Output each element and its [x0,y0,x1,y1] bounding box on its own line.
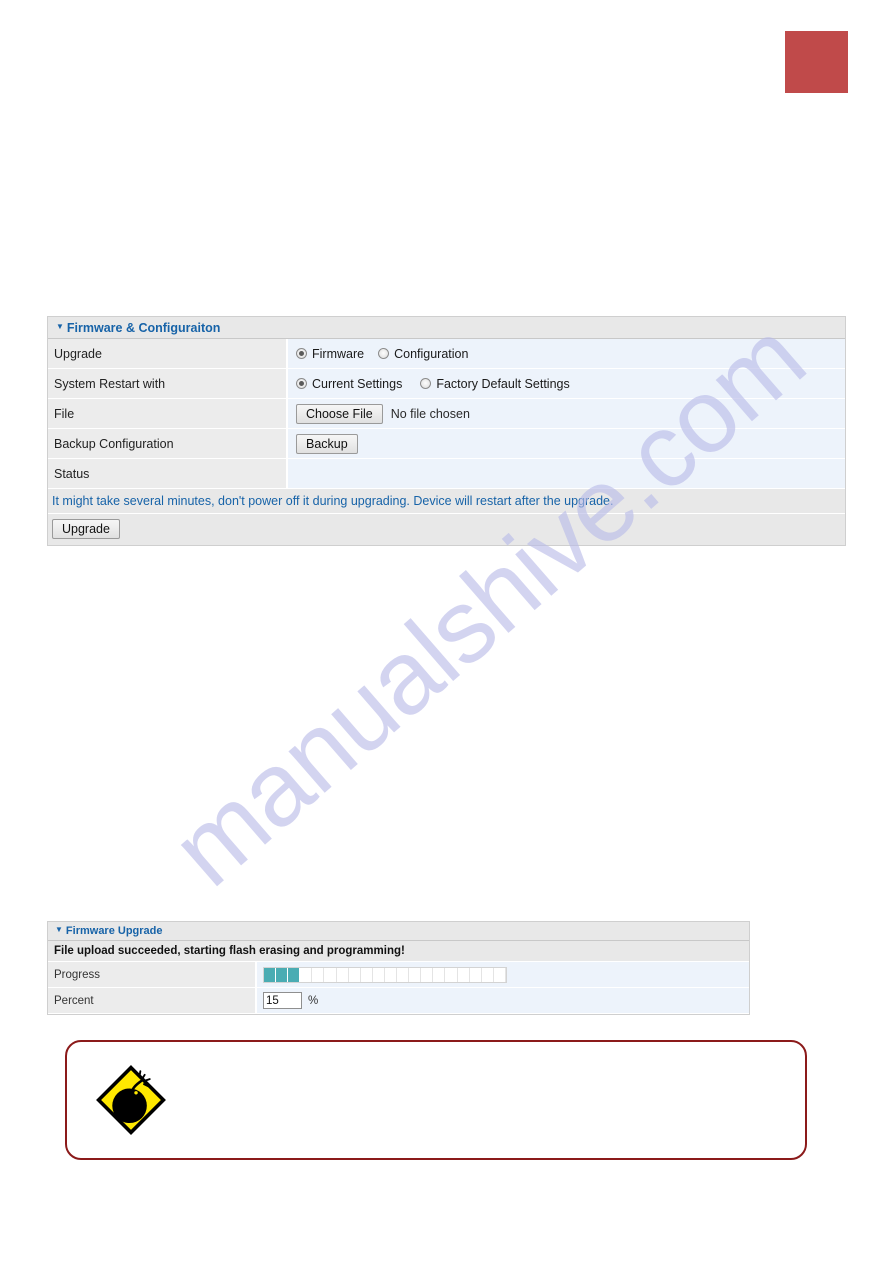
radio-label-firmware: Firmware [312,346,365,361]
upload-status-message: File upload succeeded, starting flash er… [48,941,749,962]
progress-segment [481,967,494,982]
progress-segment [264,967,277,982]
progress-segment [312,967,325,982]
table-row-upgrade: Upgrade Firmware Configuration [48,339,845,369]
collapse-triangle-icon[interactable]: ▼ [55,926,63,934]
label-upgrade: Upgrade [48,339,288,368]
choose-file-button[interactable]: Choose File [296,403,383,424]
upgrade-note-text: It might take several minutes, don't pow… [48,489,845,514]
radio-label-current-settings: Current Settings [312,376,403,391]
system-restart-radio-group: Current Settings Factory Default Setting… [296,377,584,391]
table-row-percent: Percent % [48,988,749,1014]
value-file: Choose File No file chosen [288,399,845,428]
progress-segment [372,967,385,982]
progress-segment [445,967,458,982]
table-row-status: Status [48,459,845,489]
percent-input[interactable] [263,992,302,1009]
radio-option-configuration[interactable]: Configuration [378,347,468,361]
progress-segment [348,967,361,982]
radio-dot-configuration[interactable] [378,348,390,359]
label-progress: Progress [48,962,257,987]
file-status-text: No file chosen [390,406,470,421]
radio-dot-factory-default-settings[interactable] [420,378,432,389]
progress-segment [360,967,373,982]
warning-callout [65,1040,807,1160]
radio-label-configuration: Configuration [394,346,469,361]
backup-button[interactable]: Backup [296,433,358,454]
value-percent: % [257,988,749,1013]
value-progress [257,962,749,987]
progress-segment [421,967,434,982]
radio-option-current-settings[interactable]: Current Settings [296,377,402,391]
radio-option-factory-default-settings[interactable]: Factory Default Settings [420,376,570,391]
collapse-triangle-icon[interactable]: ▼ [56,322,64,331]
value-system-restart: Current Settings Factory Default Setting… [288,369,845,398]
bomb-warning-icon [96,1065,166,1135]
progress-segment [493,967,506,982]
radio-label-factory-default-settings: Factory Default Settings [436,376,570,391]
progress-segment [384,967,398,982]
progress-segment [469,967,482,982]
radio-option-firmware[interactable]: Firmware [296,347,364,361]
progress-segment [457,967,470,982]
label-system-restart-with: System Restart with [48,369,288,398]
table-row-file: File Choose File No file chosen [48,399,845,429]
label-status: Status [48,459,288,488]
table-row-progress: Progress [48,962,749,988]
progress-segment [409,967,422,982]
value-upgrade: Firmware Configuration [288,339,845,368]
firmware-upgrade-panel-header: ▼ Firmware Upgrade [48,922,749,941]
percent-sign-label: % [308,994,319,1007]
radio-dot-firmware[interactable] [296,348,307,359]
progress-segment [324,967,337,982]
progress-segment [300,967,313,982]
progress-segment [433,967,446,982]
radio-dot-current-settings[interactable] [296,378,307,389]
progress-bar [263,966,507,983]
upgrade-button[interactable]: Upgrade [52,519,120,539]
label-backup-configuration: Backup Configuration [48,429,288,458]
firmware-panel-header: ▼ Firmware & Configuraiton [48,317,845,339]
firmware-upgrade-panel-title: Firmware Upgrade [65,925,163,937]
progress-segment [397,967,410,982]
upgrade-radio-group: Firmware Configuration [296,347,482,361]
firmware-panel-title: Firmware & Configuraiton [66,320,221,335]
decorative-red-block [785,31,848,93]
label-file: File [48,399,288,428]
file-picker[interactable]: Choose File No file chosen [296,403,470,424]
table-row-system-restart: System Restart with Current Settings Fac… [48,369,845,399]
firmware-action-row: Upgrade [48,514,845,545]
firmware-configuration-panel: ▼ Firmware & Configuraiton Upgrade Firmw… [47,316,846,546]
label-percent: Percent [48,988,257,1013]
table-row-backup-configuration: Backup Configuration Backup [48,429,845,459]
value-status [288,459,845,488]
value-backup-configuration: Backup [288,429,845,458]
progress-segment [288,967,301,982]
firmware-upgrade-progress-panel: ▼ Firmware Upgrade File upload succeeded… [47,921,750,1015]
progress-segment [276,967,289,982]
progress-segment [336,967,349,982]
